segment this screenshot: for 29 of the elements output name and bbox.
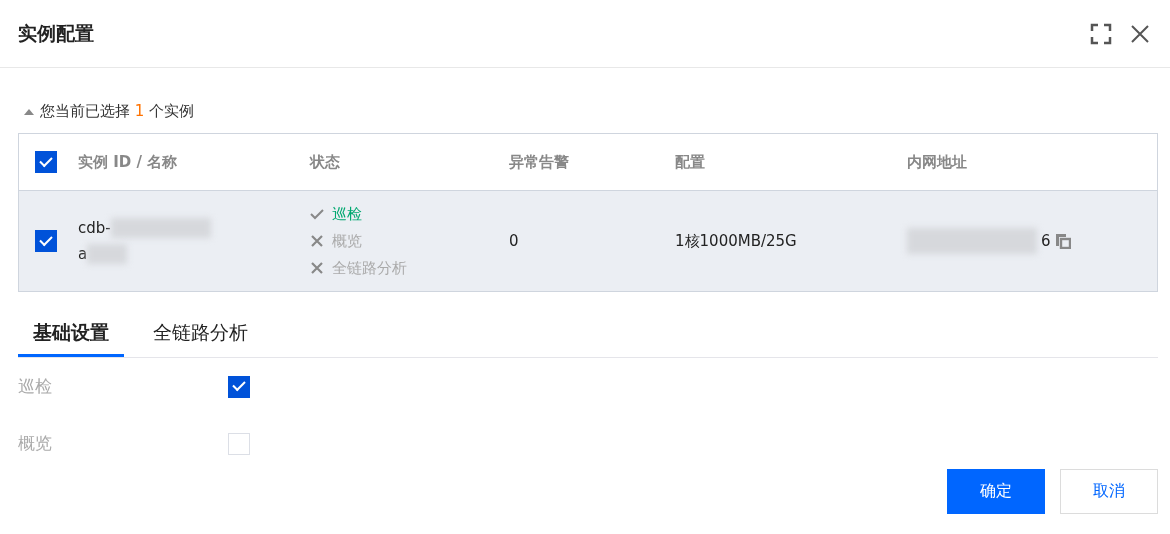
row-checkbox[interactable] — [35, 230, 57, 252]
ip-address: 6 — [1041, 232, 1051, 250]
collapse-icon[interactable] — [24, 107, 34, 116]
status-label: 概览 — [332, 231, 362, 251]
table-cell: 1核1000MB/25G — [675, 231, 797, 250]
tab[interactable]: 全链路分析 — [138, 312, 263, 357]
instance-name: a — [78, 245, 88, 263]
dialog-title: 实例配置 — [18, 20, 94, 46]
fullscreen-icon[interactable] — [1090, 22, 1112, 45]
close-icon[interactable] — [1130, 23, 1150, 44]
status-label: 全链路分析 — [332, 258, 407, 278]
setting-checkbox[interactable] — [228, 375, 250, 398]
column-header: 内网地址 — [907, 152, 967, 171]
setting-checkbox[interactable] — [228, 432, 250, 455]
table-cell: 0 — [509, 232, 519, 250]
copy-icon[interactable] — [1054, 233, 1071, 249]
tab[interactable]: 基础设置 — [18, 312, 124, 357]
column-header: 状态 — [310, 152, 340, 171]
confirm-button[interactable]: 确定 — [947, 469, 1045, 514]
column-header: 异常告警 — [509, 152, 569, 171]
instance-id: cdb- — [78, 219, 111, 237]
column-header: 配置 — [675, 152, 705, 171]
setting-label: 概览 — [18, 432, 53, 455]
select-all-checkbox[interactable] — [35, 151, 57, 173]
selection-summary: 您当前已选择 1 个实例 — [40, 102, 195, 121]
setting-label: 巡检 — [18, 375, 53, 398]
column-header: 实例 ID / 名称 — [78, 152, 178, 171]
cancel-button[interactable]: 取消 — [1060, 469, 1158, 514]
status-label: 巡检 — [332, 204, 362, 224]
